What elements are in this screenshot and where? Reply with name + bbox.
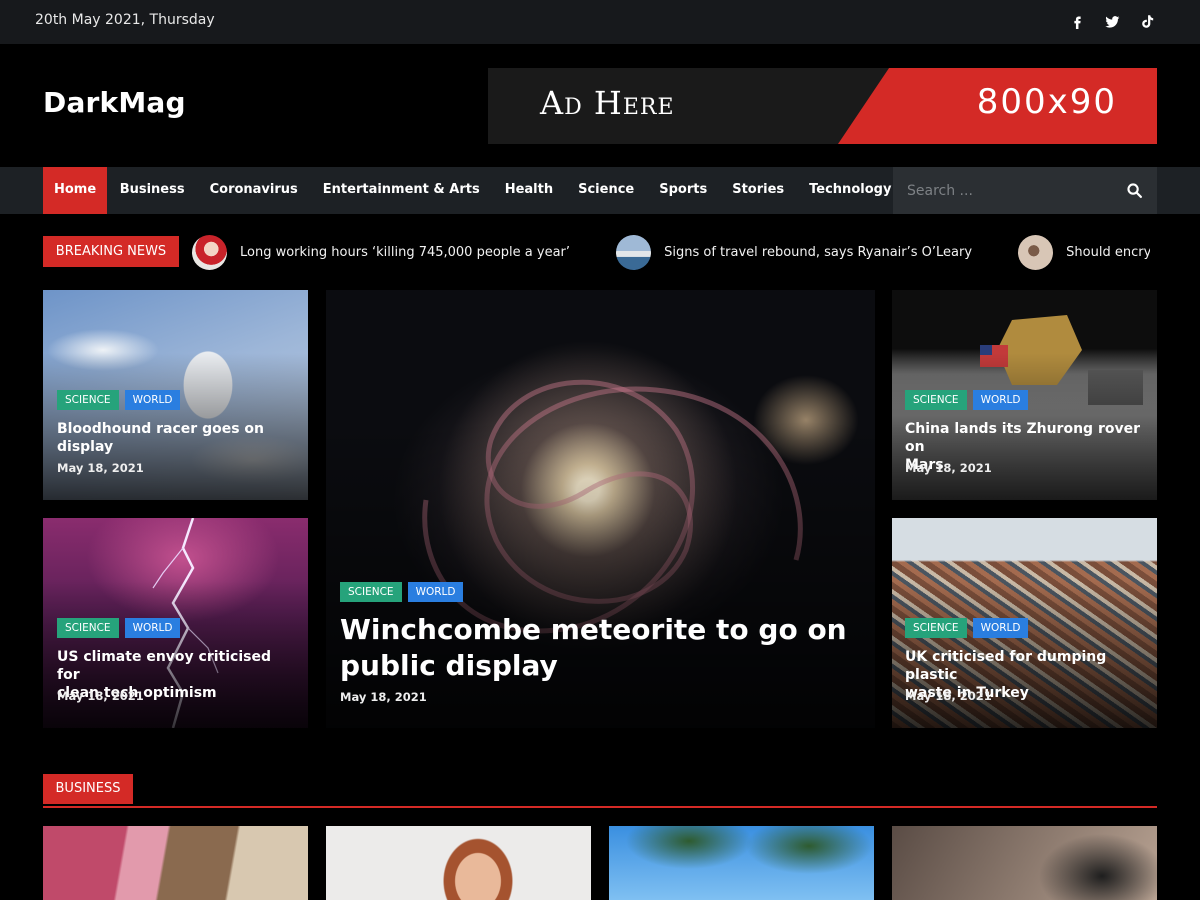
ticker-item[interactable]: Should encryption be c: [1018, 234, 1150, 270]
ticker-thumbnail: [192, 234, 227, 270]
tag-science[interactable]: SCIENCE: [340, 582, 402, 602]
social-links: [1069, 12, 1156, 30]
tag-world[interactable]: WORLD: [972, 390, 1029, 410]
nav-item-sports[interactable]: Sports: [647, 167, 720, 214]
main-nav: Home Business Coronavirus Entertainment …: [0, 167, 1200, 214]
tag-world[interactable]: WORLD: [124, 618, 181, 638]
business-card[interactable]: [43, 826, 308, 900]
card-date: May 18, 2021: [57, 689, 144, 703]
card-tags: SCIENCE WORLD: [340, 582, 464, 602]
card-tags: SCIENCE WORLD: [905, 390, 1029, 410]
site-logo[interactable]: DarkMag: [43, 86, 186, 119]
section-divider: [43, 806, 1157, 808]
ad-text: Ad Here: [540, 84, 675, 122]
news-card[interactable]: SCIENCE WORLD Bloodhound racer goes on d…: [43, 290, 308, 500]
featured-news-card[interactable]: SCIENCE WORLD Winchcombe meteorite to go…: [326, 290, 875, 728]
nav-item-stories[interactable]: Stories: [720, 167, 797, 214]
news-card[interactable]: SCIENCE WORLD US climate envoy criticise…: [43, 518, 308, 728]
business-card[interactable]: [609, 826, 874, 900]
search-box: [893, 167, 1157, 214]
nav-item-business[interactable]: Business: [107, 167, 197, 214]
nav-menu: Home Business Coronavirus Entertainment …: [43, 167, 904, 214]
nav-item-entertainment-arts[interactable]: Entertainment & Arts: [310, 167, 492, 214]
breaking-news-label: BREAKING NEWS: [43, 236, 179, 267]
ad-size-text: 800x90: [976, 82, 1117, 122]
card-date: May 18, 2021: [57, 461, 144, 475]
nav-item-health[interactable]: Health: [492, 167, 565, 214]
ticker-headline: Long working hours ‘killing 745,000 peop…: [240, 244, 571, 260]
nav-item-coronavirus[interactable]: Coronavirus: [197, 167, 310, 214]
search-icon[interactable]: [1126, 182, 1143, 199]
news-card[interactable]: SCIENCE WORLD UK criticised for dumping …: [892, 518, 1157, 728]
card-date: May 18, 2021: [905, 689, 992, 703]
card-tags: SCIENCE WORLD: [905, 618, 1029, 638]
card-tags: SCIENCE WORLD: [57, 618, 181, 638]
section-label-business: BUSINESS: [43, 774, 133, 804]
ticker-item[interactable]: Long working hours ‘killing 745,000 peop…: [192, 234, 570, 270]
twitter-icon[interactable]: [1104, 12, 1121, 30]
top-bar: 20th May 2021, Thursday: [0, 0, 1200, 44]
search-input[interactable]: [893, 167, 1113, 214]
nav-item-home[interactable]: Home: [43, 167, 108, 214]
card-date: May 18, 2021: [340, 690, 427, 704]
breaking-news-ticker: Long working hours ‘killing 745,000 peop…: [192, 234, 1150, 270]
tag-science[interactable]: SCIENCE: [57, 390, 119, 410]
tag-world[interactable]: WORLD: [124, 390, 181, 410]
tag-science[interactable]: SCIENCE: [905, 390, 967, 410]
tiktok-icon[interactable]: [1139, 12, 1156, 30]
tag-science[interactable]: SCIENCE: [57, 618, 119, 638]
tag-world[interactable]: WORLD: [407, 582, 464, 602]
featured-title[interactable]: Winchcombe meteorite to go on public dis…: [340, 612, 860, 684]
tag-science[interactable]: SCIENCE: [905, 618, 967, 638]
ticker-headline: Signs of travel rebound, says Ryanair’s …: [664, 244, 973, 260]
nav-item-science[interactable]: Science: [566, 167, 647, 214]
card-title[interactable]: Bloodhound racer goes on display: [57, 420, 297, 456]
card-date: May 18, 2021: [905, 461, 992, 475]
nav-item-technology[interactable]: Technology: [797, 167, 904, 214]
business-card[interactable]: [326, 826, 591, 900]
tag-world[interactable]: WORLD: [972, 618, 1029, 638]
current-date: 20th May 2021, Thursday: [35, 12, 215, 28]
ticker-headline: Should encryption be c: [1066, 244, 1150, 260]
ticker-thumbnail: [616, 234, 652, 270]
news-card[interactable]: SCIENCE WORLD China lands its Zhurong ro…: [892, 290, 1157, 500]
ticker-item[interactable]: Signs of travel rebound, says Ryanair’s …: [616, 234, 972, 270]
ad-banner[interactable]: Ad Here 800x90: [488, 68, 1157, 144]
facebook-icon[interactable]: [1069, 12, 1086, 30]
card-tags: SCIENCE WORLD: [57, 390, 181, 410]
ticker-thumbnail: [1018, 234, 1054, 270]
business-card[interactable]: [892, 826, 1157, 900]
